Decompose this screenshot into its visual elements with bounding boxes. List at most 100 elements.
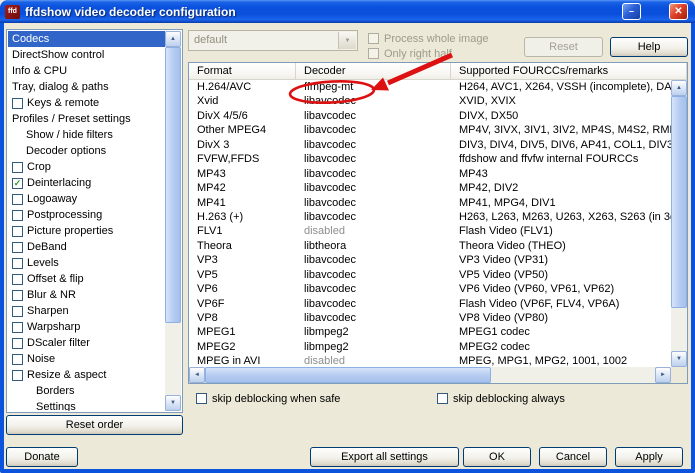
- column-header-decoder[interactable]: Decoder: [296, 63, 451, 79]
- sidebar-item-blur-nr[interactable]: Blur & NR: [8, 287, 166, 303]
- table-row[interactable]: VP5 libavcodec VP5 Video (VP50): [189, 268, 671, 282]
- table-row[interactable]: VP8 libavcodec VP8 Video (VP80): [189, 311, 671, 325]
- scrollbar-track[interactable]: [671, 96, 687, 351]
- sidebar-item-noise[interactable]: Noise: [8, 351, 166, 367]
- checkbox-icon[interactable]: [12, 193, 23, 205]
- checkbox-icon[interactable]: [12, 337, 23, 349]
- sidebar-item-tray-dialog-paths[interactable]: Tray, dialog & paths: [8, 79, 166, 95]
- skip-deblocking-safe-checkbox[interactable]: skip deblocking when safe: [196, 392, 340, 405]
- cancel-button[interactable]: Cancel: [539, 447, 607, 467]
- cell-format: MPEG2: [197, 340, 236, 353]
- sidebar-item-sharpen[interactable]: Sharpen: [8, 303, 166, 319]
- table-row[interactable]: MPEG1 libmpeg2 MPEG1 codec: [189, 325, 671, 339]
- sidebar-item-warpsharp[interactable]: Warpsharp: [8, 319, 166, 335]
- scroll-up-icon[interactable]: ▲: [671, 80, 687, 96]
- checkbox-icon[interactable]: ✓: [12, 177, 23, 189]
- table-row[interactable]: MP41 libavcodec MP41, MPG4, DIV1: [189, 196, 671, 210]
- table-row[interactable]: FLV1 disabled Flash Video (FLV1): [189, 224, 671, 238]
- sidebar-item-logoaway[interactable]: Logoaway: [8, 191, 166, 207]
- checkbox-icon[interactable]: [12, 161, 23, 173]
- table-row[interactable]: MPEG2 libmpeg2 MPEG2 codec: [189, 340, 671, 354]
- table-row[interactable]: MPEG in AVI disabled MPEG, MPG1, MPG2, 100…: [189, 354, 671, 367]
- sidebar-item-codecs[interactable]: Codecs: [8, 31, 166, 47]
- sidebar-item-deinterlacing[interactable]: ✓ Deinterlacing: [8, 175, 166, 191]
- sidebar-item-deband[interactable]: DeBand: [8, 239, 166, 255]
- sidebar-item-resize-aspect[interactable]: Resize & aspect: [8, 367, 166, 383]
- scroll-left-icon[interactable]: ◄: [189, 367, 205, 383]
- sidebar-item-dscaler-filter[interactable]: DScaler filter: [8, 335, 166, 351]
- reset-button[interactable]: Reset: [524, 37, 603, 57]
- scroll-right-icon[interactable]: ►: [655, 367, 671, 383]
- sidebar-item-levels[interactable]: Levels: [8, 255, 166, 271]
- sidebar-item-settings[interactable]: Settings: [8, 399, 166, 411]
- sidebar-item-show-hide-filters[interactable]: Show / hide filters: [8, 127, 166, 143]
- scrollbar-track[interactable]: [165, 47, 181, 395]
- scroll-down-icon[interactable]: ▼: [671, 351, 687, 367]
- sidebar-item-crop[interactable]: Crop: [8, 159, 166, 175]
- donate-button[interactable]: Donate: [6, 447, 78, 467]
- help-button[interactable]: Help: [610, 37, 688, 57]
- scrollbar-thumb[interactable]: [165, 47, 181, 323]
- checkbox-icon[interactable]: [12, 97, 23, 109]
- column-header-remarks[interactable]: Supported FOURCCs/remarks: [451, 63, 687, 79]
- table-row[interactable]: VP3 libavcodec VP3 Video (VP31): [189, 253, 671, 267]
- table-row[interactable]: FVFW,FFDS libavcodec ffdshow and ffvfw int…: [189, 152, 671, 166]
- scrollbar-thumb[interactable]: [671, 96, 687, 308]
- minimize-button[interactable]: –: [622, 3, 641, 20]
- table-row[interactable]: H.263 (+) libavcodec H263, L263, M263, U26…: [189, 210, 671, 224]
- table-row[interactable]: DivX 4/5/6 libavcodec DIVX, DX50: [189, 109, 671, 123]
- process-whole-image-checkbox[interactable]: Process whole image: [368, 32, 489, 45]
- codec-table: Format Decoder Supported FOURCCs/remarks…: [188, 62, 688, 384]
- sidebar-item-directshow-control[interactable]: DirectShow control: [8, 47, 166, 63]
- sidebar-item-info-cpu[interactable]: Info & CPU: [8, 63, 166, 79]
- scroll-down-icon[interactable]: ▼: [165, 395, 181, 411]
- only-right-half-checkbox[interactable]: Only right half: [368, 47, 452, 60]
- sidebar-item-keys-remote[interactable]: Keys & remote: [8, 95, 166, 111]
- scrollbar-track[interactable]: [205, 367, 655, 383]
- sidebar-scrollbar[interactable]: ▲ ▼: [165, 31, 181, 411]
- table-vertical-scrollbar[interactable]: ▲ ▼: [671, 80, 687, 367]
- table-row[interactable]: VP6F libavcodec Flash Video (VP6F, FLV4, V…: [189, 297, 671, 311]
- apply-button[interactable]: Apply: [615, 447, 683, 467]
- sidebar-item-picture-properties[interactable]: Picture properties: [8, 223, 166, 239]
- table-row[interactable]: Other MPEG4 libavcodec MP4V, 3IVX, 3IV1, 3…: [189, 123, 671, 137]
- sidebar-item-offset-flip[interactable]: Offset & flip: [8, 271, 166, 287]
- table-row[interactable]: MP43 libavcodec MP43: [189, 167, 671, 181]
- cell-remarks: ffdshow and ffvfw internal FOURCCs: [459, 153, 639, 166]
- sidebar-item-profiles-preset-settings[interactable]: Profiles / Preset settings: [8, 111, 166, 127]
- table-row[interactable]: Theora libtheora Theora Video (THEO): [189, 239, 671, 253]
- table-row[interactable]: Xvid libavcodec XVID, XVIX: [189, 94, 671, 108]
- table-horizontal-scrollbar[interactable]: ◄ ►: [189, 367, 671, 383]
- titlebar[interactable]: ffd ffdshow video decoder configuration …: [0, 0, 695, 23]
- checkbox-icon[interactable]: [12, 289, 23, 301]
- checkbox-icon[interactable]: [12, 257, 23, 269]
- preset-combobox[interactable]: default ▼: [188, 30, 358, 51]
- sidebar-item-borders[interactable]: Borders: [8, 383, 166, 399]
- table-row[interactable]: H.264/AVC ffmpeg-mt H264, AVC1, X264, VSSH…: [189, 80, 671, 94]
- table-row[interactable]: DivX 3 libavcodec DIV3, DIV4, DIV5, DIV6, …: [189, 138, 671, 152]
- close-button[interactable]: ✕: [669, 3, 688, 20]
- scroll-up-icon[interactable]: ▲: [165, 31, 181, 47]
- skip-deblocking-always-checkbox[interactable]: skip deblocking always: [437, 392, 565, 405]
- ok-button[interactable]: OK: [463, 447, 531, 467]
- sidebar-item-postprocessing[interactable]: Postprocessing: [8, 207, 166, 223]
- checkbox-icon[interactable]: [12, 225, 23, 237]
- table-row[interactable]: VP6 libavcodec VP6 Video (VP60, VP61, VP62…: [189, 282, 671, 296]
- scrollbar-thumb[interactable]: [205, 367, 491, 383]
- sidebar-item-label: Codecs: [12, 33, 50, 45]
- checkbox-icon[interactable]: [12, 369, 23, 381]
- export-all-settings-button[interactable]: Export all settings: [310, 447, 459, 467]
- dropdown-arrow-icon[interactable]: ▼: [338, 32, 356, 49]
- column-header-format[interactable]: Format: [189, 63, 296, 79]
- table-row[interactable]: MP42 libavcodec MP42, DIV2: [189, 181, 671, 195]
- preset-value: default: [194, 34, 228, 46]
- reset-order-button[interactable]: Reset order: [6, 415, 183, 435]
- checkbox-icon[interactable]: [12, 209, 23, 221]
- checkbox-icon[interactable]: [12, 273, 23, 285]
- checkbox-icon[interactable]: [12, 321, 23, 333]
- checkbox-icon[interactable]: [12, 305, 23, 317]
- checkbox-icon[interactable]: [12, 241, 23, 253]
- cell-format: VP5: [197, 268, 218, 281]
- sidebar-item-decoder-options[interactable]: Decoder options: [8, 143, 166, 159]
- checkbox-icon[interactable]: [12, 353, 23, 365]
